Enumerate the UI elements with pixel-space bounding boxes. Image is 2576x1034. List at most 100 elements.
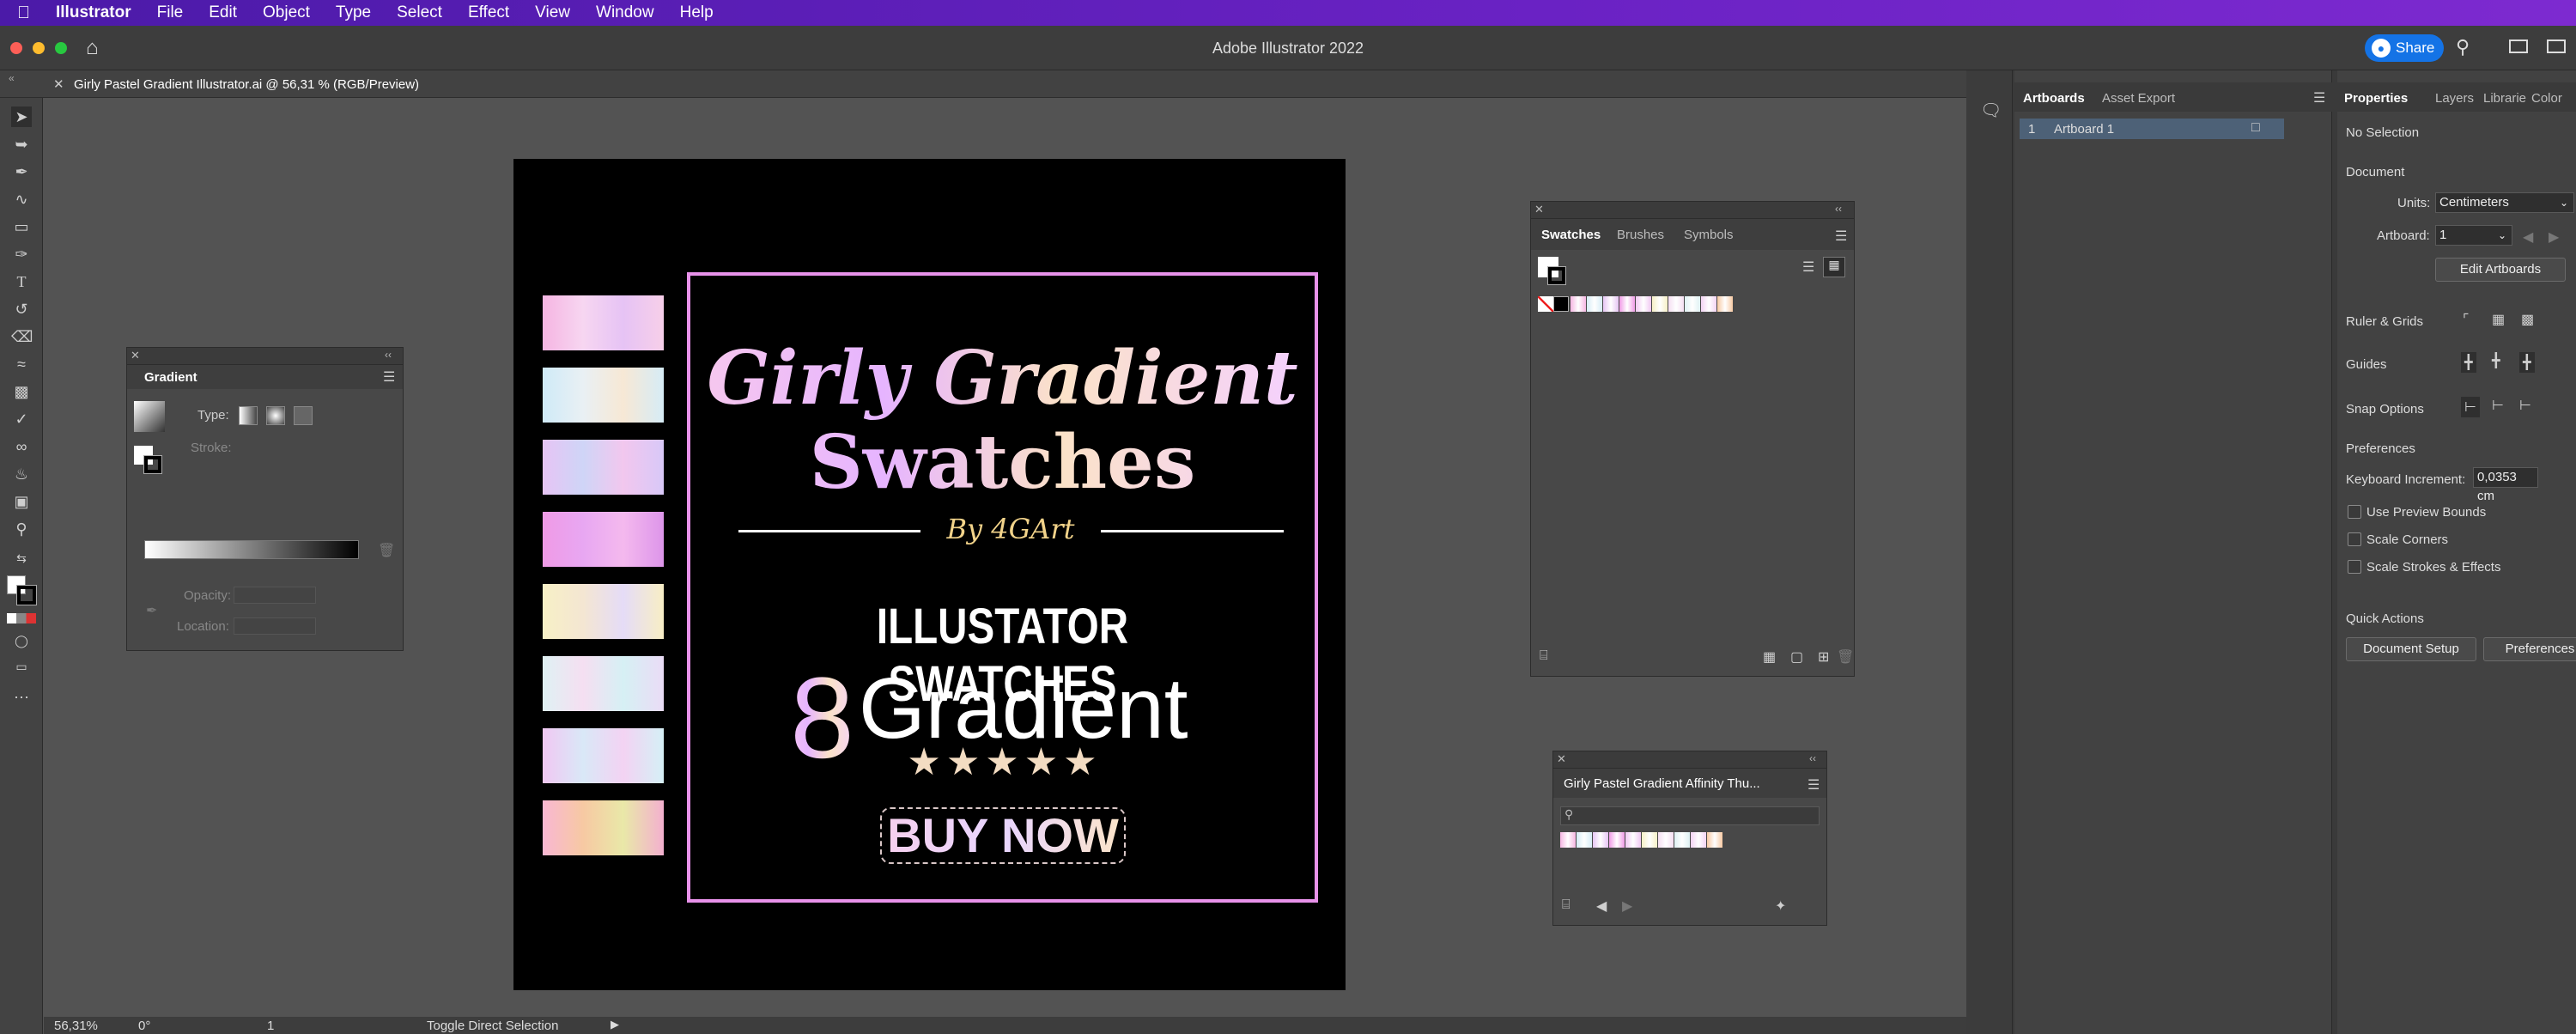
screen-mode-icon[interactable]: ▭ xyxy=(11,656,32,677)
tab-properties[interactable]: Properties xyxy=(2344,91,2408,106)
snap-to-glyph-icon[interactable]: ⊢ xyxy=(2519,397,2531,414)
menu-object[interactable]: Object xyxy=(263,3,310,22)
direct-selection-tool-icon[interactable]: ➥ xyxy=(11,134,32,155)
list-view-icon[interactable]: ☰ xyxy=(1802,258,1814,276)
menu-type[interactable]: Type xyxy=(336,3,371,22)
radial-gradient-button[interactable] xyxy=(266,406,285,425)
close-panel-icon[interactable]: ✕ xyxy=(131,349,140,362)
keyboard-increment-field[interactable]: 0,0353 cm xyxy=(2473,467,2538,503)
swatch-chip[interactable] xyxy=(1593,832,1608,848)
share-button[interactable]: ● Share xyxy=(2365,34,2444,62)
artboard-row[interactable]: 1 Artboard 1 □ xyxy=(2020,119,2284,139)
swatch-chip[interactable] xyxy=(1701,296,1716,312)
new-color-group-icon[interactable]: ▦ xyxy=(1763,648,1776,666)
menu-effect[interactable]: Effect xyxy=(468,3,509,22)
swatch-chip[interactable] xyxy=(1652,296,1668,312)
gradient-ramp[interactable] xyxy=(144,540,359,559)
rotate-tool-icon[interactable]: ↺ xyxy=(11,299,32,319)
swatch-chip[interactable] xyxy=(1685,296,1700,312)
artboard-tool-icon[interactable]: ▣ xyxy=(11,491,32,512)
menu-view[interactable]: View xyxy=(535,3,570,22)
menu-select[interactable]: Select xyxy=(397,3,442,22)
menu-file[interactable]: File xyxy=(157,3,184,22)
panel-menu-icon[interactable]: ☰ xyxy=(2313,89,2325,106)
new-swatch-icon[interactable]: ⊞ xyxy=(1818,648,1829,666)
lock-guides-icon[interactable]: ╋ xyxy=(2492,352,2500,369)
swatch-chip[interactable] xyxy=(1619,296,1635,312)
color-mode-icons[interactable] xyxy=(7,613,36,623)
snap-to-pixel-icon[interactable]: ⊢ xyxy=(2492,397,2504,414)
swatch-chip[interactable] xyxy=(1636,296,1651,312)
collapse-toolbar-icon[interactable]: « xyxy=(9,72,15,84)
document-tab[interactable]: Girly Pastel Gradient Illustrator.ai @ 5… xyxy=(74,77,419,92)
panel-layout-icon[interactable] xyxy=(2547,40,2566,53)
swap-fill-stroke-icon[interactable]: ⇆ xyxy=(11,548,32,569)
eraser-tool-icon[interactable]: ⌫ xyxy=(11,326,33,347)
swatch-chip[interactable] xyxy=(1577,832,1592,848)
menu-edit[interactable]: Edit xyxy=(209,3,237,22)
snap-to-point-icon[interactable]: ⊢ xyxy=(2461,397,2480,417)
panel-menu-icon[interactable]: ☰ xyxy=(1835,228,1847,245)
eyedropper-tool-icon[interactable]: ✓ xyxy=(11,409,32,429)
tab-library[interactable]: Girly Pastel Gradient Affinity Thu... xyxy=(1564,776,1760,791)
collapse-panel-icon[interactable]: ‹‹ xyxy=(385,349,392,361)
swatch-chip[interactable] xyxy=(1707,832,1722,848)
gradient-preview-swatch[interactable] xyxy=(134,401,165,432)
show-guides-icon[interactable]: ╋ xyxy=(2461,352,2476,373)
smart-guides-icon[interactable]: ╋ xyxy=(2519,352,2535,373)
tab-brushes[interactable]: Brushes xyxy=(1617,228,1664,242)
swatch-libraries-icon[interactable]: ⌸ xyxy=(1540,648,1548,664)
apple-icon[interactable]:  xyxy=(17,3,30,23)
units-select[interactable]: Centimeters ⌄ xyxy=(2435,192,2574,213)
panel-menu-icon[interactable]: ☰ xyxy=(383,368,395,386)
tab-layers[interactable]: Layers xyxy=(2435,91,2474,106)
rectangle-tool-icon[interactable]: ▭ xyxy=(11,216,32,237)
edit-artboards-button[interactable]: Edit Artboards xyxy=(2435,258,2566,282)
library-menu-icon[interactable]: ⌸ xyxy=(1562,897,1571,913)
new-folder-icon[interactable]: ▢ xyxy=(1790,648,1803,666)
workspace-icon[interactable] xyxy=(2509,40,2528,53)
menu-window[interactable]: Window xyxy=(596,3,654,22)
artboard-options-icon[interactable]: □ xyxy=(2251,120,2260,136)
opacity-field[interactable] xyxy=(234,587,316,604)
swatch-chip[interactable] xyxy=(1717,296,1733,312)
more-tools-icon[interactable]: ⋯ xyxy=(11,687,32,708)
gradient-tool-icon[interactable]: ▩ xyxy=(11,381,32,402)
swatch-chip[interactable] xyxy=(1609,832,1625,848)
pen-tool-icon[interactable]: ✒ xyxy=(11,161,32,182)
gradient-stroke-swatch[interactable] xyxy=(143,455,162,474)
rulers-icon[interactable]: ⌜ xyxy=(2463,311,2470,328)
use-preview-bounds-checkbox[interactable] xyxy=(2348,505,2361,519)
tab-color[interactable]: Color xyxy=(2531,91,2562,106)
scale-corners-checkbox[interactable] xyxy=(2348,532,2361,546)
library-search-input[interactable]: ⚲ xyxy=(1560,806,1820,825)
grid-icon[interactable]: ▦ xyxy=(2492,311,2505,328)
search-icon[interactable]: ⚲ xyxy=(2456,36,2470,58)
artboard-navigator[interactable]: 1 xyxy=(267,1019,274,1033)
draw-mode-icon[interactable]: ◯ xyxy=(11,630,32,651)
tab-swatches[interactable]: Swatches xyxy=(1541,228,1601,242)
tab-symbols[interactable]: Symbols xyxy=(1684,228,1734,242)
swatch-chip[interactable] xyxy=(1691,832,1706,848)
none-swatch[interactable] xyxy=(1538,296,1553,312)
swatch-chip[interactable] xyxy=(1587,296,1602,312)
swatch-chip[interactable] xyxy=(1658,832,1674,848)
linear-gradient-button[interactable] xyxy=(239,406,258,425)
preferences-button[interactable]: Preferences xyxy=(2483,637,2576,661)
app-menu[interactable]: Illustrator xyxy=(56,3,131,22)
close-panel-icon[interactable]: ✕ xyxy=(1534,203,1544,216)
warp-tool-icon[interactable]: ≈ xyxy=(11,354,32,374)
scale-strokes-checkbox[interactable] xyxy=(2348,560,2361,574)
tab-artboards[interactable]: Artboards xyxy=(2023,91,2085,106)
zoom-tool-icon[interactable]: ⚲ xyxy=(11,519,32,539)
rotation-value[interactable]: 0° xyxy=(138,1019,150,1033)
curvature-tool-icon[interactable]: ∿ xyxy=(11,189,32,210)
previous-library-icon[interactable]: ◀ xyxy=(1596,897,1607,915)
collapse-panel-icon[interactable]: ‹‹ xyxy=(1809,752,1816,764)
swatch-chip[interactable] xyxy=(1674,832,1690,848)
swatch-chip[interactable] xyxy=(1642,832,1657,848)
type-tool-icon[interactable]: T xyxy=(11,271,32,292)
freeform-gradient-button[interactable] xyxy=(294,406,313,425)
play-icon[interactable]: ▶ xyxy=(611,1018,619,1031)
comments-icon[interactable]: 🗨 xyxy=(1980,100,2002,121)
